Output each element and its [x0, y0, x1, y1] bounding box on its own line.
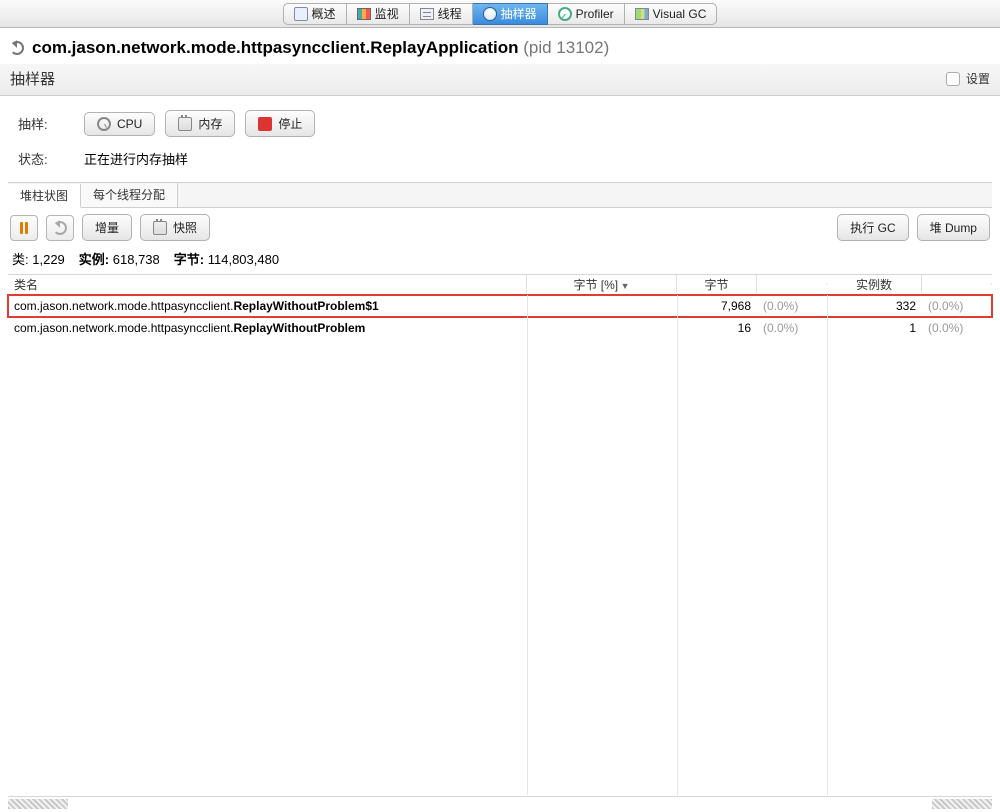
cpu-button-label: CPU: [117, 117, 142, 131]
cell-bar: [527, 325, 677, 331]
pause-button[interactable]: [10, 215, 38, 241]
table-row[interactable]: com.jason.network.mode.httpasyncclient.R…: [8, 295, 992, 317]
visualgc-icon: [635, 8, 649, 20]
cell-classname: com.jason.network.mode.httpasyncclient.R…: [8, 318, 527, 338]
state-value: 正在进行内存抽样: [84, 149, 188, 168]
col-bytes-pct2: [757, 283, 827, 287]
inner-tab-histogram[interactable]: 堆柱状图: [8, 184, 81, 208]
gc-button-label: 执行 GC: [850, 219, 895, 236]
tab-monitor[interactable]: 监视: [347, 3, 410, 25]
settings-label: 设置: [966, 70, 990, 87]
cell-bytes: 16: [677, 318, 757, 338]
section-header: 抽样器 设置: [0, 64, 1000, 96]
tab-threads[interactable]: 线程: [410, 3, 473, 25]
overview-icon: [294, 7, 308, 21]
tab-profiler-label: Profiler: [576, 7, 614, 21]
sampler-status-row: 状态: 正在进行内存抽样: [0, 147, 1000, 182]
heapdump-button[interactable]: 堆 Dump: [917, 214, 990, 241]
title-pkg: com.jason.network.mode.httpasyncclient.: [32, 38, 370, 57]
resize-grip-left[interactable]: [8, 799, 68, 809]
settings-checkbox[interactable]: [946, 72, 960, 86]
stats-instances-value: 618,738: [113, 252, 160, 267]
inner-tab-perthread[interactable]: 每个线程分配: [81, 183, 178, 207]
memory-button-label: 内存: [198, 115, 222, 132]
memory-icon: [178, 117, 192, 131]
stats-bytes-value: 114,803,480: [208, 252, 279, 267]
inner-tabs: 堆柱状图 每个线程分配: [8, 182, 992, 208]
sample-label: 抽样:: [18, 114, 74, 133]
monitor-icon: [357, 8, 371, 20]
status-bar: [8, 796, 992, 810]
cell-bytes-pct: (0.0%): [757, 318, 827, 338]
histogram-table: 类名 字节 [%] 字节 实例数 com.jason.network.mode.…: [8, 274, 992, 795]
col-classname[interactable]: 类名: [8, 275, 527, 295]
snapshot-button[interactable]: 快照: [140, 214, 210, 241]
inner-tab-perthread-label: 每个线程分配: [93, 188, 165, 202]
tab-monitor-label: 监视: [375, 5, 399, 22]
col-bytes[interactable]: 字节: [677, 275, 757, 295]
cell-bytes-pct: (0.0%): [757, 296, 827, 316]
tab-visualgc-label: Visual GC: [653, 7, 707, 21]
tab-visualgc[interactable]: Visual GC: [625, 3, 718, 25]
col-bytes-pct[interactable]: 字节 [%]: [527, 275, 677, 295]
histogram-toolbar: 增量 快照 执行 GC 堆 Dump: [0, 208, 1000, 247]
title-class: ReplayApplication: [370, 38, 518, 57]
table-header: 类名 字节 [%] 字节 实例数: [8, 275, 992, 295]
cell-instances: 332: [827, 296, 922, 316]
table-body[interactable]: com.jason.network.mode.httpasyncclient.R…: [8, 295, 992, 795]
cell-instances-pct: (0.0%): [922, 296, 992, 316]
snapshot-button-label: 快照: [173, 219, 197, 236]
pause-icon: [20, 222, 28, 234]
section-title: 抽样器: [10, 68, 55, 89]
sampler-controls: 抽样: CPU 内存 停止: [0, 96, 1000, 147]
profiler-icon: [558, 7, 572, 21]
tab-overview-label: 概述: [312, 5, 336, 22]
tab-sampler-label: 抽样器: [501, 5, 537, 22]
cell-bar: [527, 303, 677, 309]
tab-overview[interactable]: 概述: [283, 3, 347, 25]
inner-tab-histogram-label: 堆柱状图: [20, 189, 68, 203]
stop-icon: [258, 117, 272, 131]
refresh-button[interactable]: [46, 215, 74, 241]
cell-instances: 1: [827, 318, 922, 338]
refresh-icon: [53, 221, 67, 235]
memory-button[interactable]: 内存: [165, 110, 235, 137]
delta-button[interactable]: 增量: [82, 214, 132, 241]
cpu-button[interactable]: CPU: [84, 112, 155, 136]
stats-line: 类: 1,229 实例: 618,738 字节: 114,803,480: [0, 247, 1000, 274]
tab-threads-label: 线程: [438, 5, 462, 22]
sampler-icon: [483, 7, 497, 21]
table-row[interactable]: com.jason.network.mode.httpasyncclient.R…: [8, 317, 992, 339]
gc-button[interactable]: 执行 GC: [837, 214, 908, 241]
grid-line: [827, 295, 828, 795]
col-instances-pct2: [922, 283, 992, 287]
stats-classes-label: 类:: [12, 252, 29, 267]
col-instances[interactable]: 实例数: [827, 275, 922, 295]
threads-icon: [420, 8, 434, 20]
cell-bytes: 7,968: [677, 296, 757, 316]
reload-icon: [10, 41, 24, 55]
grid-line: [677, 295, 678, 795]
heapdump-button-label: 堆 Dump: [930, 219, 977, 236]
stats-bytes-label: 字节:: [174, 252, 204, 267]
state-label: 状态:: [18, 149, 74, 168]
top-tab-bar: 概述 监视 线程 抽样器 Profiler Visual GC: [0, 0, 1000, 28]
title-pid: (pid 13102): [523, 38, 609, 57]
stop-button-label: 停止: [278, 115, 302, 132]
page-title-row: com.jason.network.mode.httpasyncclient.R…: [0, 28, 1000, 64]
resize-grip-right[interactable]: [932, 799, 992, 809]
tab-profiler[interactable]: Profiler: [548, 3, 625, 25]
cpu-icon: [97, 117, 111, 131]
cell-instances-pct: (0.0%): [922, 318, 992, 338]
stats-classes-value: 1,229: [32, 252, 65, 267]
page-title: com.jason.network.mode.httpasyncclient.R…: [32, 38, 609, 58]
tab-sampler[interactable]: 抽样器: [473, 3, 548, 25]
cell-classname: com.jason.network.mode.httpasyncclient.R…: [8, 296, 527, 316]
snapshot-icon: [153, 221, 167, 235]
stop-button[interactable]: 停止: [245, 110, 315, 137]
grid-line: [527, 295, 528, 795]
stats-instances-label: 实例:: [79, 252, 109, 267]
delta-button-label: 增量: [95, 219, 119, 236]
